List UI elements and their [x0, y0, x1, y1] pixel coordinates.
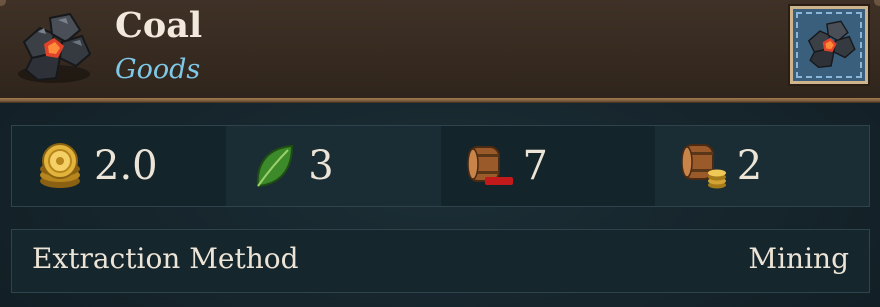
corner-rivet: [874, 0, 880, 6]
coal-thumbnail-icon: [807, 20, 856, 69]
extraction-method-value: Mining: [748, 242, 849, 275]
coal-icon: [10, 8, 96, 88]
corner-rivet: [0, 0, 6, 6]
header-divider: [0, 98, 880, 103]
barrel-minus-icon: [463, 140, 515, 192]
stat-consumption: 7: [440, 126, 655, 206]
stat-value: 3: [308, 143, 334, 189]
gold-coins-icon: [34, 140, 86, 192]
stat-price: 2.0: [12, 126, 227, 206]
leaf-icon: [248, 140, 300, 192]
stats-row: 2.0 3 7 2: [11, 125, 870, 207]
stat-value: 2: [736, 143, 763, 189]
stat-value: 2.0: [94, 143, 158, 189]
extraction-method-row: Extraction Method Mining: [11, 229, 870, 293]
stat-trade: 2: [654, 126, 869, 206]
item-title: Coal: [115, 5, 203, 46]
stat-growth: 3: [226, 126, 441, 206]
header-bar: Coal Goods: [0, 0, 880, 100]
barrel-coins-icon: [677, 140, 729, 192]
good-info-card: Coal Goods 2.0 3 7 2 Extraction Method M…: [0, 0, 880, 307]
item-category[interactable]: Goods: [115, 52, 200, 88]
stat-value: 7: [522, 143, 548, 189]
extraction-method-label: Extraction Method: [32, 242, 299, 275]
coal-thumbnail[interactable]: [790, 6, 868, 84]
